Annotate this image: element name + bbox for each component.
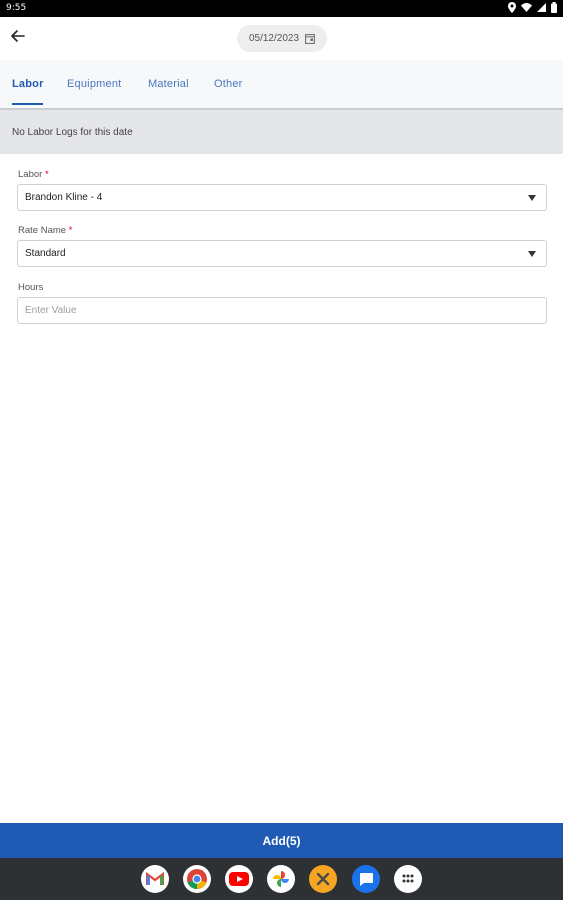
signal-icon	[537, 3, 546, 12]
location-icon	[508, 2, 516, 13]
tab-other-label: Other	[214, 78, 243, 90]
app-bar: 05/12/2023	[0, 17, 563, 60]
youtube-icon[interactable]	[225, 865, 253, 893]
labor-dropdown[interactable]: Brandon Kline - 4	[17, 184, 547, 211]
tab-equipment-label: Equipment	[67, 78, 122, 90]
wifi-icon	[521, 3, 532, 12]
tab-equipment[interactable]: Equipment	[67, 60, 121, 108]
labor-selected-value: Brandon Kline - 4	[25, 192, 103, 203]
arrow-left-icon	[11, 29, 25, 47]
messages-icon[interactable]	[352, 865, 380, 893]
rate-name-selected-value: Standard	[25, 248, 66, 259]
tab-material-label: Material	[148, 78, 189, 90]
tab-labor-label: Labor	[12, 78, 44, 90]
photos-icon[interactable]	[267, 865, 295, 893]
status-icons	[508, 2, 557, 13]
tab-bar: Labor Equipment Material Other	[0, 60, 563, 108]
hours-placeholder: Enter Value	[25, 305, 77, 316]
tab-material[interactable]: Material	[148, 60, 189, 108]
tab-labor[interactable]: Labor	[12, 60, 44, 108]
tools-app-icon[interactable]	[309, 865, 337, 893]
hours-field-label: Hours	[18, 282, 43, 293]
app-dock	[0, 858, 563, 900]
active-tab-indicator	[12, 103, 43, 105]
add-button-label: Add(5)	[262, 833, 301, 848]
rate-name-field-label: Rate Name *	[18, 225, 72, 236]
gmail-icon[interactable]	[141, 865, 169, 893]
empty-state-banner: No Labor Logs for this date	[0, 110, 563, 154]
status-bar: 9:55	[0, 0, 563, 17]
empty-state-text: No Labor Logs for this date	[12, 126, 133, 138]
required-mark: *	[44, 169, 49, 180]
rate-name-label-text: Rate Name	[18, 225, 67, 236]
app-drawer-icon[interactable]	[394, 865, 422, 893]
hours-label-text: Hours	[18, 282, 44, 293]
calendar-icon	[305, 33, 315, 44]
labor-field-label: Labor *	[18, 169, 49, 180]
date-text: 05/12/2023	[248, 33, 300, 44]
dropdown-arrow-icon	[528, 251, 536, 257]
required-mark: *	[68, 225, 73, 236]
chrome-icon[interactable]	[183, 865, 211, 893]
hours-input[interactable]: Enter Value	[17, 297, 547, 324]
dropdown-arrow-icon	[528, 195, 536, 201]
labor-label-text: Labor	[18, 169, 43, 180]
battery-icon	[551, 2, 557, 13]
status-time: 9:55	[6, 3, 27, 13]
back-button[interactable]	[6, 26, 30, 50]
rate-name-dropdown[interactable]: Standard	[17, 240, 547, 267]
add-button[interactable]: Add(5)	[0, 823, 563, 858]
date-picker-chip[interactable]: 05/12/2023	[237, 25, 327, 52]
tab-other[interactable]: Other	[214, 60, 243, 108]
